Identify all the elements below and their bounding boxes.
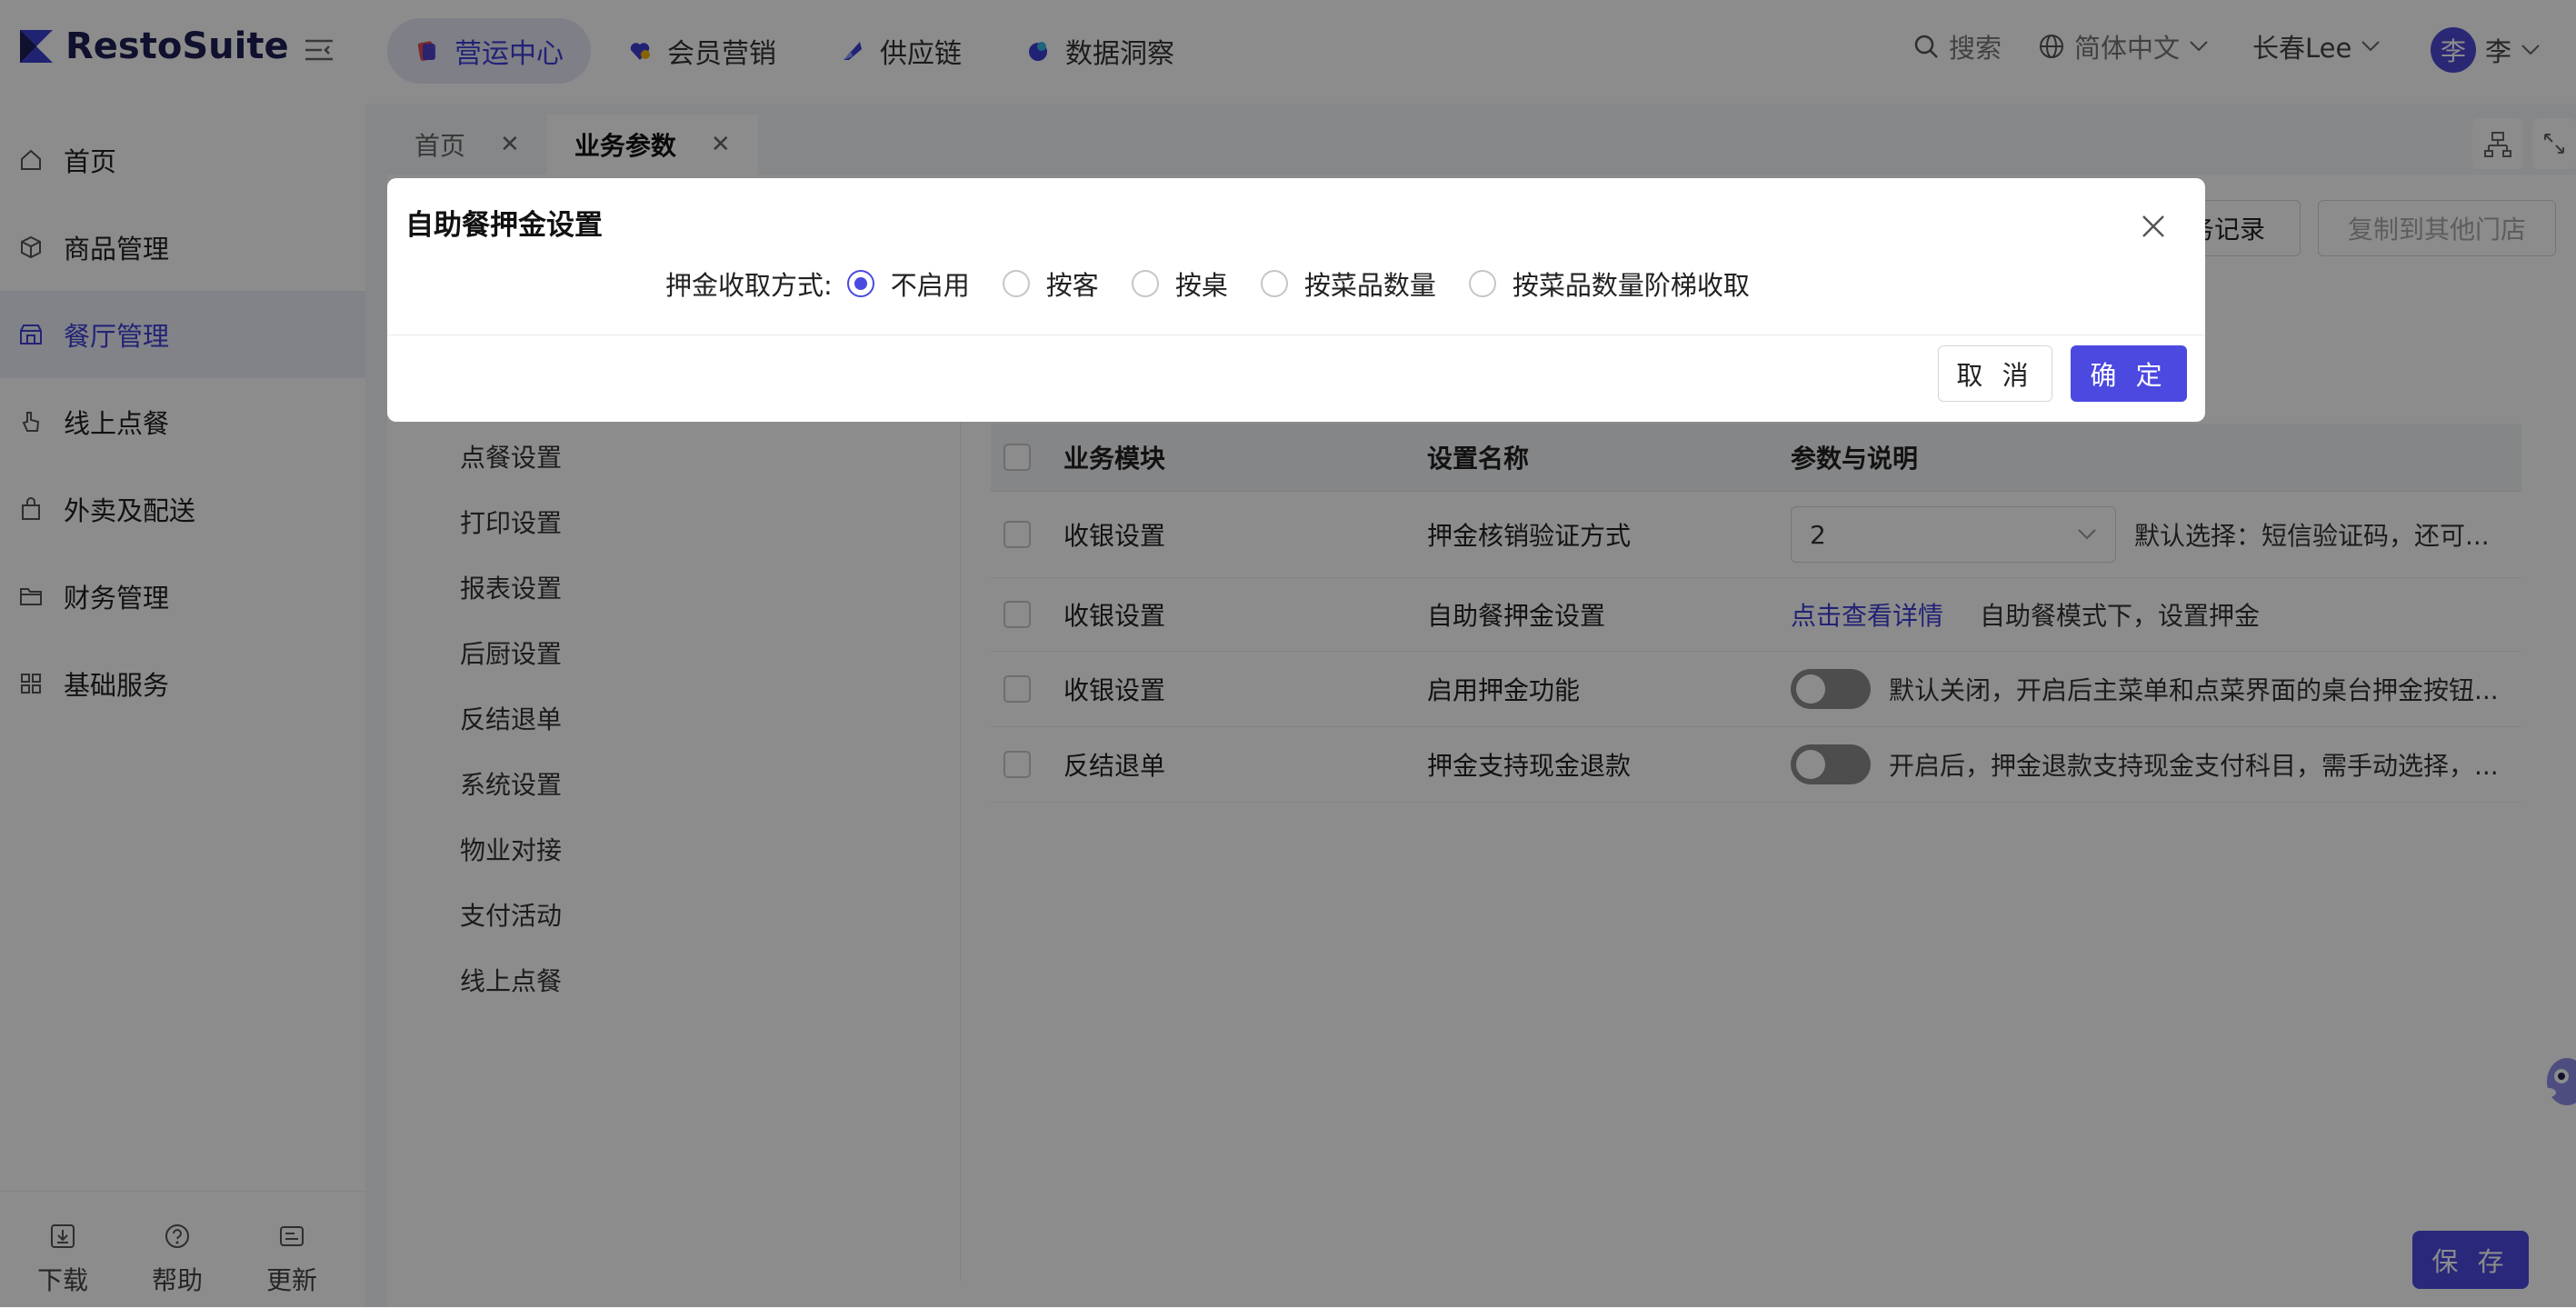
deposit-method-field: 押金收取方式: 不启用 按客 按桌 按菜品数量 按菜品数量阶梯收取 [665, 264, 1782, 304]
close-icon[interactable] [2140, 213, 2167, 240]
confirm-button[interactable]: 确 定 [2071, 345, 2187, 402]
radio-circle [1260, 270, 1288, 297]
radio-label: 按客 [1045, 270, 1099, 301]
radio-option-per-guest[interactable]: 按客 [1002, 265, 1099, 303]
radio-circle [846, 270, 874, 297]
radio-circle [1002, 270, 1030, 297]
radio-label: 不启用 [890, 270, 970, 301]
radio-label: 按菜品数量阶梯收取 [1512, 270, 1750, 301]
radio-label: 按桌 [1174, 270, 1228, 301]
radio-circle [1468, 270, 1496, 297]
radio-option-disabled[interactable]: 不启用 [846, 265, 970, 303]
buffet-deposit-dialog: 自助餐押金设置 押金收取方式: 不启用 按客 按桌 按菜品数量 按菜品数量阶梯收… [387, 178, 2205, 422]
radio-option-per-table[interactable]: 按桌 [1131, 265, 1228, 303]
field-label: 押金收取方式: [665, 270, 833, 301]
radio-label: 按菜品数量 [1303, 270, 1436, 301]
radio-option-per-dish-count[interactable]: 按菜品数量 [1260, 265, 1436, 303]
radio-option-tiered-dish-count[interactable]: 按菜品数量阶梯收取 [1468, 265, 1750, 303]
cancel-button[interactable]: 取 消 [1938, 345, 2052, 402]
dialog-title: 自助餐押金设置 [405, 209, 603, 242]
dialog-divider [387, 334, 2205, 335]
radio-circle [1131, 270, 1159, 297]
